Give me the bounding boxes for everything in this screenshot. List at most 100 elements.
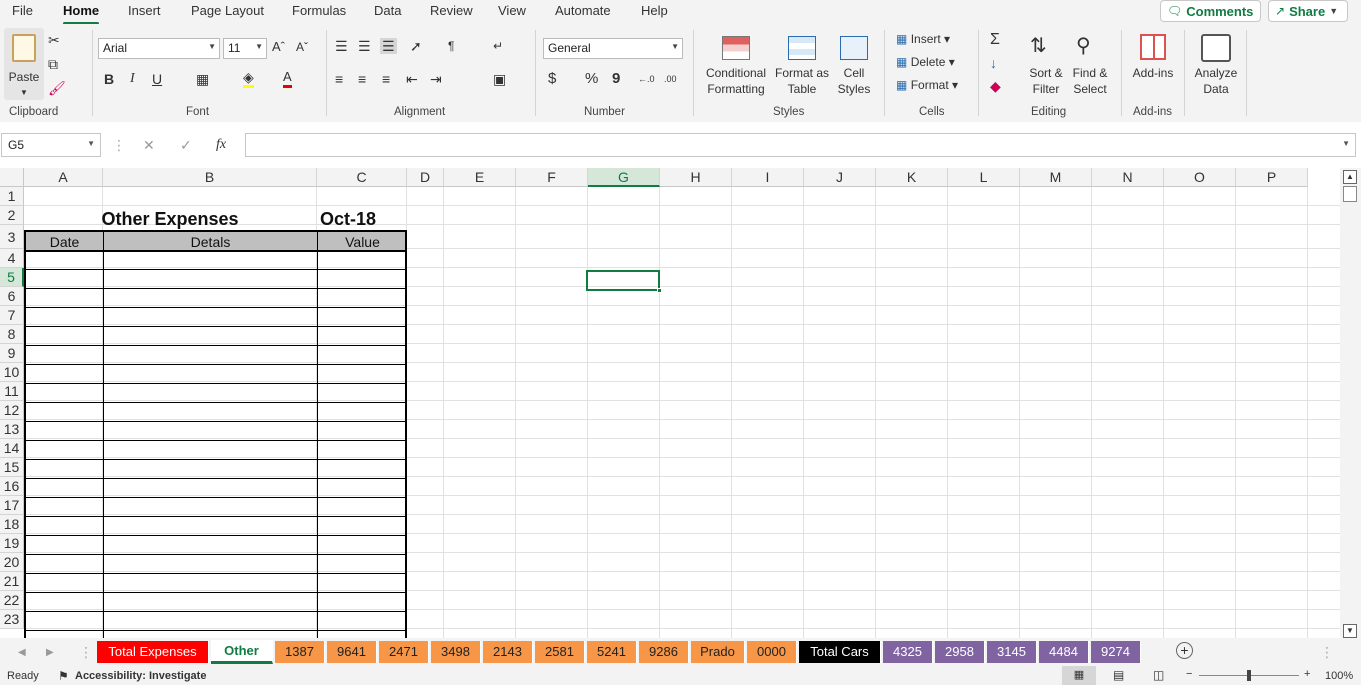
percent-button[interactable]: % bbox=[585, 71, 598, 87]
format-as-table-button[interactable]: Format as Table bbox=[772, 32, 832, 98]
scroll-thumb[interactable] bbox=[1343, 186, 1357, 202]
add-sheet-icon[interactable]: + bbox=[1176, 642, 1193, 659]
conditional-formatting-button[interactable]: Conditional Formatting bbox=[700, 32, 772, 98]
row-header-23[interactable]: 23 bbox=[0, 610, 24, 629]
cut-icon[interactable]: ✂ bbox=[48, 32, 60, 48]
row-header-20[interactable]: 20 bbox=[0, 553, 24, 572]
page-break-view-icon[interactable]: ◫ bbox=[1153, 668, 1164, 682]
row-header-22[interactable]: 22 bbox=[0, 591, 24, 610]
tab-data[interactable]: Data bbox=[374, 3, 401, 18]
formula-input[interactable]: ▼ bbox=[245, 133, 1356, 157]
align-middle-icon[interactable]: ☰ bbox=[358, 38, 371, 54]
row-header-17[interactable]: 17 bbox=[0, 496, 24, 515]
sheet-tab[interactable]: 4325 bbox=[883, 641, 933, 663]
italic-button[interactable]: I bbox=[130, 71, 135, 87]
copy-icon[interactable]: ⧉ bbox=[48, 56, 58, 72]
sheet-tab[interactable]: 2471 bbox=[379, 641, 429, 663]
increase-decimal-icon[interactable]: ←.0 bbox=[638, 71, 655, 87]
row-header-5[interactable]: 5 bbox=[0, 268, 24, 287]
column-header-l[interactable]: L bbox=[948, 168, 1020, 187]
increase-font-icon[interactable]: Aˆ bbox=[272, 39, 285, 55]
row-header-9[interactable]: 9 bbox=[0, 344, 24, 363]
clear-icon[interactable]: ◆ bbox=[990, 78, 1001, 94]
zoom-level[interactable]: 100% bbox=[1325, 670, 1353, 682]
sheet-tab[interactable]: 2143 bbox=[483, 641, 533, 663]
decrease-decimal-icon[interactable]: .00 bbox=[664, 71, 677, 87]
column-header-n[interactable]: N bbox=[1092, 168, 1164, 187]
cancel-icon[interactable]: ✕ bbox=[143, 137, 155, 153]
sheet-tab[interactable]: 3498 bbox=[431, 641, 481, 663]
name-box[interactable]: G5 ▼ bbox=[1, 133, 101, 157]
row-header-10[interactable]: 10 bbox=[0, 363, 24, 382]
row-header-14[interactable]: 14 bbox=[0, 439, 24, 458]
scroll-up-icon[interactable]: ▲ bbox=[1343, 170, 1357, 184]
bold-button[interactable]: B bbox=[104, 71, 114, 87]
row-header-19[interactable]: 19 bbox=[0, 534, 24, 553]
column-header-k[interactable]: K bbox=[876, 168, 948, 187]
sheet-tab[interactable]: Prado bbox=[691, 641, 745, 663]
sheet-tab[interactable]: 4484 bbox=[1039, 641, 1089, 663]
row-header-1[interactable]: 1 bbox=[0, 187, 24, 206]
sheet-tab[interactable]: 9641 bbox=[327, 641, 377, 663]
sheet-tab[interactable]: Total Cars bbox=[799, 641, 881, 663]
delete-cells-button[interactable]: ▦ Delete ▾ bbox=[896, 55, 955, 70]
selected-cell[interactable] bbox=[586, 270, 662, 293]
add-ins-button[interactable]: Add-ins bbox=[1128, 32, 1178, 98]
sheet-tab[interactable]: 3145 bbox=[987, 641, 1037, 663]
sheet-tab[interactable]: 2958 bbox=[935, 641, 985, 663]
row-header-7[interactable]: 7 bbox=[0, 306, 24, 325]
number-format-select[interactable]: General ▼ bbox=[543, 38, 683, 59]
autosum-icon[interactable]: Σ bbox=[990, 32, 1000, 48]
paragraph-direction-icon[interactable]: ¶ bbox=[448, 38, 454, 54]
row-header-16[interactable]: 16 bbox=[0, 477, 24, 496]
paste-button[interactable]: Paste ▼ bbox=[4, 28, 44, 100]
row-header-6[interactable]: 6 bbox=[0, 287, 24, 306]
row-header-11[interactable]: 11 bbox=[0, 382, 24, 401]
insert-function-button[interactable]: fx bbox=[216, 137, 226, 153]
font-color-icon[interactable]: A bbox=[283, 69, 292, 88]
tab-file[interactable]: File bbox=[12, 3, 33, 18]
column-header-h[interactable]: H bbox=[660, 168, 732, 187]
find-select-button[interactable]: ⚲ Find & Select bbox=[1068, 32, 1112, 98]
zoom-slider-thumb[interactable] bbox=[1247, 670, 1251, 681]
decrease-font-icon[interactable]: Aˇ bbox=[296, 39, 308, 55]
tab-review[interactable]: Review bbox=[430, 3, 473, 18]
wrap-text-icon[interactable]: ↵ bbox=[493, 38, 503, 54]
column-header-i[interactable]: I bbox=[732, 168, 804, 187]
format-cells-button[interactable]: ▦ Format ▾ bbox=[896, 78, 958, 93]
zoom-out-icon[interactable]: − bbox=[1186, 668, 1192, 680]
column-header-a[interactable]: A bbox=[24, 168, 103, 187]
column-header-c[interactable]: C bbox=[317, 168, 407, 187]
decrease-indent-icon[interactable]: ⇤ bbox=[406, 71, 418, 87]
accessibility-status[interactable]: Accessibility: Investigate bbox=[75, 670, 206, 682]
page-layout-view-icon[interactable]: ▤ bbox=[1113, 668, 1124, 682]
column-header-j[interactable]: J bbox=[804, 168, 876, 187]
tab-view[interactable]: View bbox=[498, 3, 526, 18]
row-header-8[interactable]: 8 bbox=[0, 325, 24, 344]
font-size-select[interactable]: 11 ▼ bbox=[223, 38, 267, 59]
normal-view-icon[interactable]: ▦ bbox=[1062, 666, 1096, 685]
cell-styles-button[interactable]: Cell Styles bbox=[832, 32, 876, 98]
tab-formulas[interactable]: Formulas bbox=[292, 3, 346, 18]
font-family-select[interactable]: Arial ▼ bbox=[98, 38, 220, 59]
fill-handle[interactable] bbox=[657, 288, 662, 293]
column-header-b[interactable]: B bbox=[103, 168, 317, 187]
align-right-icon[interactable]: ≡ bbox=[382, 71, 390, 87]
row-header-2[interactable]: 2 bbox=[0, 206, 24, 225]
align-center-icon[interactable]: ≡ bbox=[358, 71, 366, 87]
sort-filter-button[interactable]: ⇅ Sort & Filter bbox=[1024, 32, 1068, 98]
zoom-in-icon[interactable]: + bbox=[1304, 668, 1310, 680]
align-left-icon[interactable]: ≡ bbox=[335, 71, 343, 87]
tab-home[interactable]: Home bbox=[63, 3, 100, 25]
sheet-tab[interactable]: 9274 bbox=[1091, 641, 1141, 663]
comments-button[interactable]: 🗨 Comments bbox=[1160, 0, 1261, 22]
enter-icon[interactable]: ✓ bbox=[180, 137, 192, 153]
merge-center-icon[interactable]: ▣ bbox=[493, 71, 506, 87]
sheet-tab[interactable]: Total Expenses bbox=[97, 641, 209, 663]
format-painter-icon[interactable]: 🖌 bbox=[48, 80, 66, 96]
borders-icon[interactable]: ▦ bbox=[196, 71, 209, 87]
row-header-18[interactable]: 18 bbox=[0, 515, 24, 534]
increase-indent-icon[interactable]: ⇥ bbox=[430, 71, 442, 87]
select-all-corner[interactable] bbox=[0, 168, 24, 187]
column-header-p[interactable]: P bbox=[1236, 168, 1308, 187]
